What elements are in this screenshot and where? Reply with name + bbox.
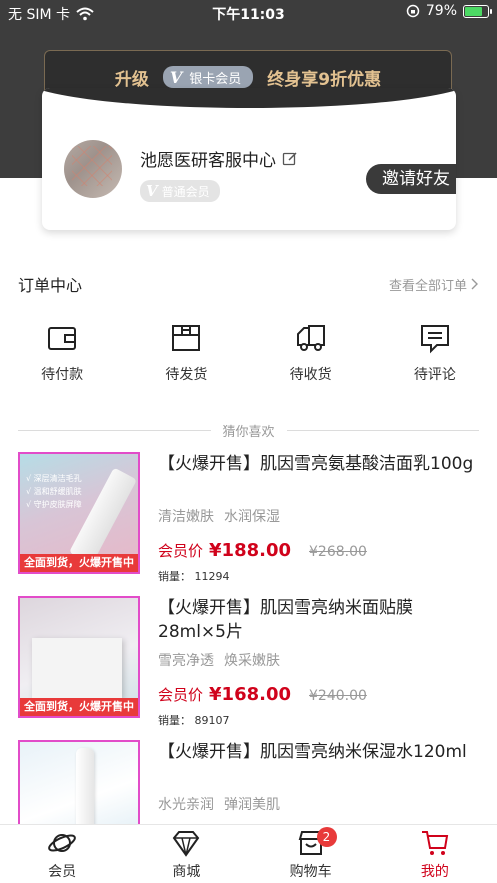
profile-name-row[interactable]: 池愿医研客服中心: [140, 146, 298, 171]
member-price: ¥168.00: [209, 684, 291, 705]
card-arc-decoration: [42, 88, 456, 108]
tab-mall[interactable]: 商城: [124, 825, 248, 883]
truck-icon: [296, 325, 325, 351]
edit-icon[interactable]: [282, 151, 298, 167]
product-title: 【火爆开售】肌因雪亮氨基酸洁面乳100g: [158, 454, 474, 474]
vip-badge-label: 银卡会员: [189, 71, 242, 87]
member-level-label: 普通会员: [161, 184, 210, 199]
comment-icon: [420, 325, 449, 354]
sales-count: 销量： 11294: [158, 570, 230, 583]
product-tags: 水光亲润 弹润美肌: [158, 794, 280, 814]
vip-v-icon: V: [169, 67, 183, 87]
price-label: 会员价: [158, 542, 204, 560]
product-tags: 清洁嫩肤 水润保湿: [158, 506, 280, 526]
cart-count-badge: 2: [316, 827, 337, 847]
product-tag: 焕采嫩肤: [224, 653, 280, 669]
view-all-orders-link[interactable]: 查看全部订单: [389, 275, 479, 294]
product-title: 【火爆开售】肌因雪亮纳米保湿水120ml: [158, 742, 467, 762]
original-price: ¥268.00: [309, 544, 367, 560]
package-icon: [172, 325, 201, 351]
silver-card-badge: V 银卡会员: [162, 66, 254, 88]
orientation-lock-icon: [406, 4, 420, 18]
cart-icon: [421, 830, 449, 855]
product-tag: 水润保湿: [224, 509, 280, 525]
vip-suffix: 终身享9折优惠: [267, 70, 382, 90]
tab-mine[interactable]: 我的: [373, 825, 497, 883]
battery-percent: 79%: [425, 3, 457, 19]
order-pending-payment-label: 待付款: [41, 367, 84, 383]
order-pending-payment[interactable]: 待付款: [0, 322, 124, 384]
product-image-lines: √ 深层清洁毛孔 √ 温和舒缓肌肤 √ 守护皮肤屏障: [26, 474, 82, 509]
vip-prefix: 升级: [114, 70, 149, 90]
order-pending-receipt[interactable]: 待收货: [249, 322, 373, 384]
wifi-icon: [76, 7, 94, 21]
invite-friends-button[interactable]: 邀请好友: [366, 164, 456, 194]
planet-icon: [48, 833, 76, 852]
product-tag: 弹润美肌: [224, 797, 280, 813]
order-center-header: 订单中心 查看全部订单: [18, 272, 479, 296]
product-tag: 雪亮净透: [158, 653, 214, 669]
tab-mine-label: 我的: [420, 863, 449, 880]
product-card[interactable]: 全面到货，火爆开售中 【火爆开售】肌因雪亮纳米面贴膜28ml×5片 雪亮净透 焕…: [18, 596, 479, 727]
chevron-right-icon: [471, 278, 478, 290]
order-pending-review-label: 待评论: [413, 367, 456, 383]
product-image[interactable]: √ 深层清洁毛孔 √ 温和舒缓肌肤 √ 守护皮肤屏障 全面到货，火爆开售中: [18, 452, 140, 574]
order-pending-shipment-label: 待发货: [165, 367, 208, 383]
price-label: 会员价: [158, 686, 204, 704]
product-image-label: 全面到货，火爆开售中: [20, 698, 138, 716]
price-row: 会员价 ¥188.00 ¥268.00: [158, 540, 367, 561]
profile-name: 池愿医研客服中心: [140, 151, 276, 171]
diamond-icon: [173, 830, 200, 857]
order-status-row: 待付款 待发货 待收货 待评论: [0, 322, 497, 384]
price-row: 会员价 ¥168.00 ¥240.00: [158, 684, 367, 705]
status-bar: 无 SIM 卡 下午11:03 79%: [0, 0, 497, 26]
order-center-title: 订单中心: [18, 276, 83, 295]
battery-icon: [463, 4, 492, 18]
product-image-label: 全面到货，火爆开售中: [20, 554, 138, 572]
sales-count: 销量： 89107: [158, 714, 230, 727]
member-level-badge: V 普通会员: [140, 180, 220, 202]
order-pending-review[interactable]: 待评论: [373, 322, 497, 384]
product-card[interactable]: √ 深层清洁毛孔 √ 温和舒缓肌肤 √ 守护皮肤屏障 全面到货，火爆开售中 【火…: [18, 452, 479, 583]
recommend-title: 猜你喜欢: [222, 424, 275, 440]
product-title: 【火爆开售】肌因雪亮纳米面贴膜28ml×5片: [158, 598, 413, 642]
product-tags: 雪亮净透 焕采嫩肤: [158, 650, 280, 670]
member-price: ¥188.00: [209, 540, 291, 561]
member-v-icon: V: [146, 182, 158, 200]
wallet-icon: [48, 327, 77, 350]
original-price: ¥240.00: [309, 688, 367, 704]
order-pending-shipment[interactable]: 待发货: [124, 322, 248, 384]
product-tag: 水光亲润: [158, 797, 214, 813]
product-tag: 清洁嫩肤: [158, 509, 214, 525]
avatar[interactable]: [64, 140, 122, 198]
carrier-label: 无 SIM 卡: [8, 7, 70, 23]
tab-member-label: 会员: [48, 863, 77, 880]
tab-mall-label: 商城: [172, 863, 201, 880]
profile-card: 池愿医研客服中心 V 普通会员 邀请好友: [42, 88, 456, 230]
bottom-tab-bar: 会员 商城 2 购物车 我的: [0, 824, 497, 883]
tab-shopping-cart[interactable]: 2 购物车: [249, 825, 373, 883]
view-all-orders-label: 查看全部订单: [388, 278, 467, 294]
tab-member[interactable]: 会员: [0, 825, 124, 883]
product-image[interactable]: 全面到货，火爆开售中: [18, 596, 140, 718]
recommend-divider: 猜你喜欢: [18, 420, 480, 440]
order-pending-receipt-label: 待收货: [289, 367, 332, 383]
tab-shopping-cart-label: 购物车: [289, 863, 332, 880]
